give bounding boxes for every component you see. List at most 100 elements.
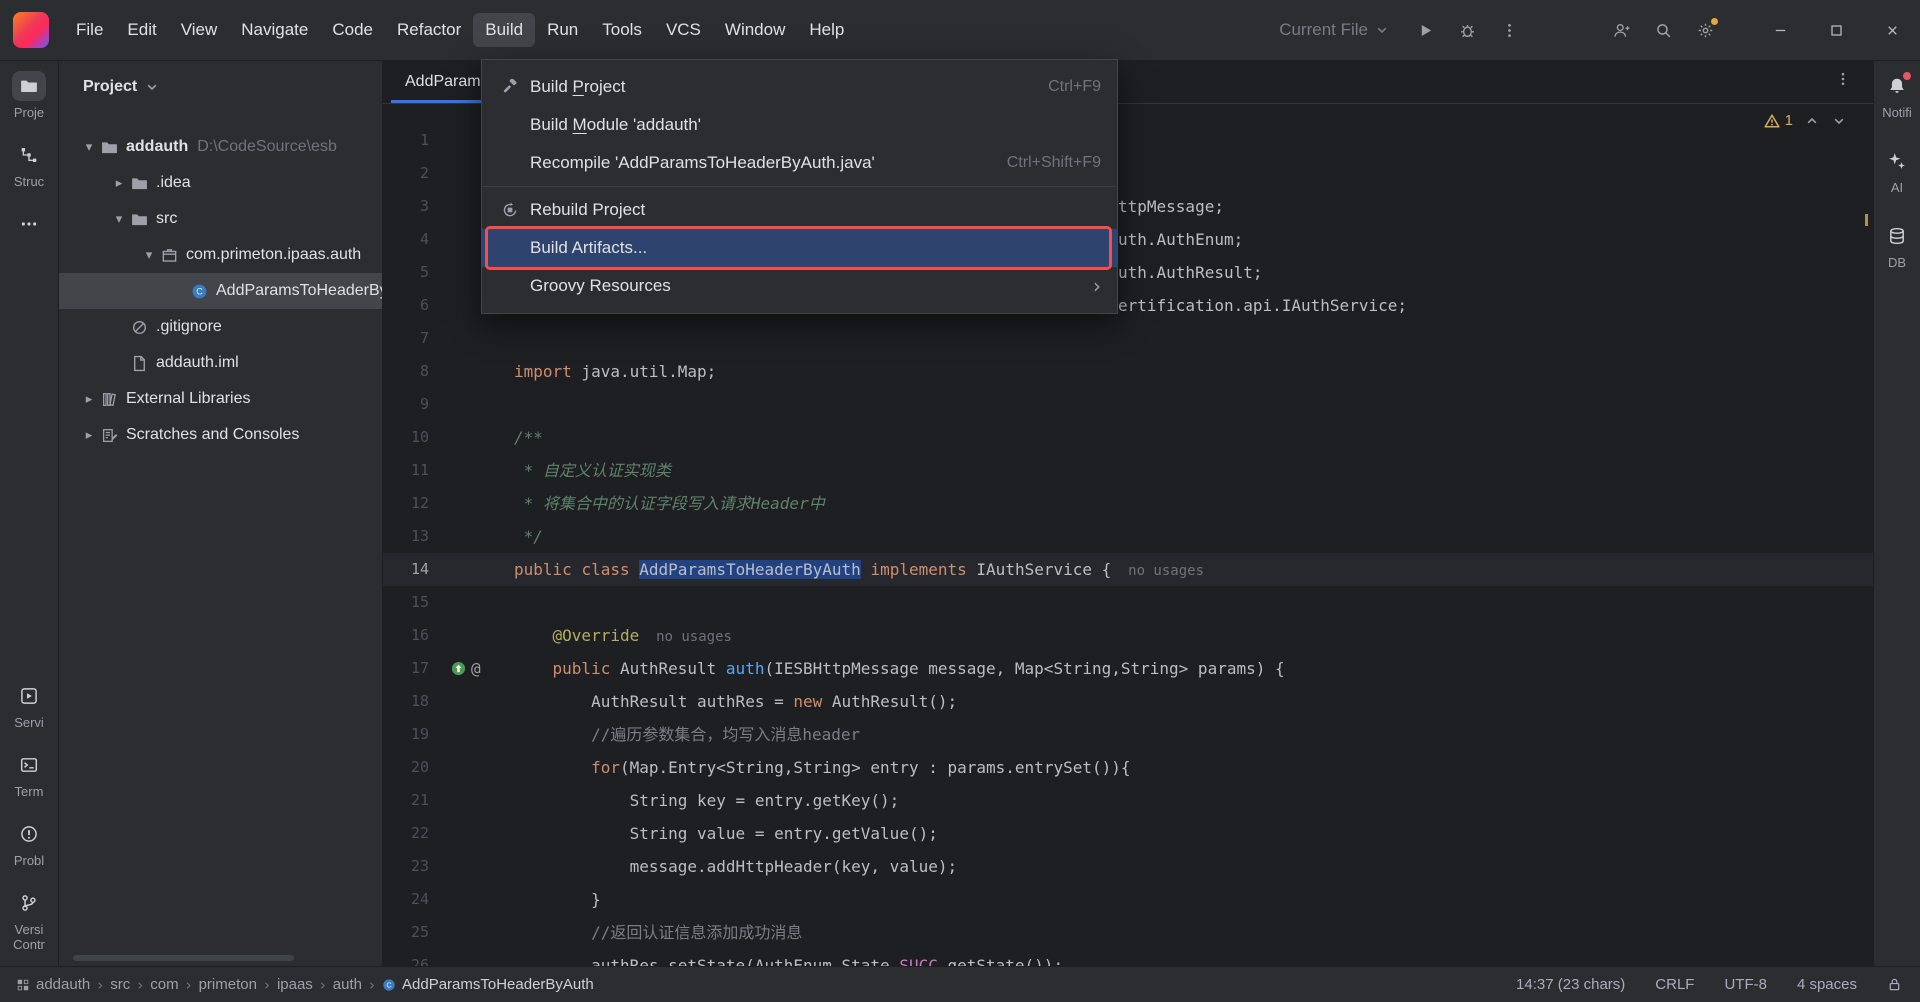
code-line-9[interactable]: 9 xyxy=(383,388,1873,421)
breadcrumb-src[interactable]: src xyxy=(110,976,130,993)
line-number[interactable]: 21 xyxy=(383,784,429,817)
editor-options-button[interactable] xyxy=(1835,71,1851,87)
code-line-25[interactable]: 25 //返回认证信息添加成功消息 xyxy=(383,916,1873,949)
status-indent[interactable]: 4 spaces xyxy=(1797,976,1857,993)
breadcrumb-addparamstoheaderbyauth[interactable]: CAddParamsToHeaderByAuth xyxy=(382,976,594,993)
line-number[interactable]: 7 xyxy=(383,322,429,355)
menu-item-build-project[interactable]: Build ProjectCtrl+F9 xyxy=(482,68,1117,106)
debug-button[interactable] xyxy=(1446,11,1488,49)
menu-window[interactable]: Window xyxy=(713,13,797,47)
tree-item-com-primeton-ipaas-auth[interactable]: ▾com.primeton.ipaas.auth xyxy=(59,237,382,273)
tree-item-external-libraries[interactable]: ▸External Libraries xyxy=(59,381,382,417)
status-caret-position[interactable]: 14:37 (23 chars) xyxy=(1516,976,1625,993)
code-line-12[interactable]: 12 * 将集合中的认证字段写入请求Header中 xyxy=(383,487,1873,520)
run-configuration-selector[interactable]: Current File xyxy=(1279,20,1390,40)
settings-button[interactable] xyxy=(1684,11,1726,49)
run-button[interactable] xyxy=(1404,11,1446,49)
close-button[interactable] xyxy=(1864,0,1920,60)
line-number[interactable]: 10 xyxy=(383,421,429,454)
code-with-me-button[interactable] xyxy=(1600,11,1642,49)
minimize-button[interactable] xyxy=(1752,0,1808,60)
code-line-16[interactable]: 16 @Override no usages xyxy=(383,619,1873,652)
code-line-7[interactable]: 7 xyxy=(383,322,1873,355)
project-panel-header[interactable]: Project xyxy=(59,61,382,107)
code-line-21[interactable]: 21 String key = entry.getKey(); xyxy=(383,784,1873,817)
line-number[interactable]: 20 xyxy=(383,751,429,784)
menu-tools[interactable]: Tools xyxy=(590,13,654,47)
tool-stripe-problems[interactable]: Probl xyxy=(0,819,58,868)
tool-stripe-structure[interactable]: Struc xyxy=(0,140,58,189)
search-everywhere-button[interactable] xyxy=(1642,11,1684,49)
menu-item-recompile-addparamstoheaderbyauth-java[interactable]: Recompile 'AddParamsToHeaderByAuth.java'… xyxy=(482,144,1117,182)
menu-code[interactable]: Code xyxy=(320,13,385,47)
line-number[interactable]: 17 xyxy=(383,652,429,685)
tree-item-gitignore[interactable]: .gitignore xyxy=(59,309,382,345)
line-number[interactable]: 15 xyxy=(383,586,429,619)
tool-stripe-project[interactable]: Proje xyxy=(0,71,58,120)
previous-problem-button[interactable] xyxy=(1804,113,1820,129)
status-encoding[interactable]: UTF-8 xyxy=(1724,976,1767,993)
line-number[interactable]: 2 xyxy=(383,157,429,190)
tree-chevron-expanded[interactable]: ▾ xyxy=(109,212,129,227)
code-line-17[interactable]: 17@ public AuthResult auth(IESBHttpMessa… xyxy=(383,652,1873,685)
tree-item-idea[interactable]: ▸.idea xyxy=(59,165,382,201)
line-number[interactable]: 8 xyxy=(383,355,429,388)
menu-item-groovy-resources[interactable]: Groovy Resources› xyxy=(482,267,1117,305)
overrides-marker-icon[interactable] xyxy=(451,661,466,676)
menu-navigate[interactable]: Navigate xyxy=(229,13,320,47)
tool-stripe-ai-assistant[interactable]: AI xyxy=(1874,146,1920,195)
project-horizontal-scrollbar[interactable] xyxy=(73,955,294,961)
menu-run[interactable]: Run xyxy=(535,13,590,47)
tree-item-addauth-iml[interactable]: addauth.iml xyxy=(59,345,382,381)
menu-item-rebuild-project[interactable]: Rebuild Project xyxy=(482,191,1117,229)
tool-stripe-more-tools[interactable] xyxy=(0,209,58,239)
line-number[interactable]: 22 xyxy=(383,817,429,850)
code-line-8[interactable]: 8import java.util.Map; xyxy=(383,355,1873,388)
tree-chevron-collapsed[interactable]: ▸ xyxy=(109,176,129,191)
status-line-separator[interactable]: CRLF xyxy=(1655,976,1694,993)
tree-chevron-collapsed[interactable]: ▸ xyxy=(79,428,99,443)
code-line-20[interactable]: 20 for(Map.Entry<String,String> entry : … xyxy=(383,751,1873,784)
line-number[interactable]: 11 xyxy=(383,454,429,487)
code-line-23[interactable]: 23 message.addHttpHeader(key, value); xyxy=(383,850,1873,883)
line-number[interactable]: 24 xyxy=(383,883,429,916)
next-problem-button[interactable] xyxy=(1831,113,1847,129)
breadcrumb-addauth[interactable]: addauth xyxy=(16,976,90,993)
line-number[interactable]: 14 xyxy=(383,553,429,586)
inspections-widget[interactable]: 1 xyxy=(1764,112,1847,129)
line-number[interactable]: 5 xyxy=(383,256,429,289)
code-line-22[interactable]: 22 String value = entry.getValue(); xyxy=(383,817,1873,850)
line-number[interactable]: 23 xyxy=(383,850,429,883)
line-number[interactable]: 12 xyxy=(383,487,429,520)
tool-stripe-terminal[interactable]: Term xyxy=(0,750,58,799)
tool-stripe-version-control[interactable]: VersiContr xyxy=(0,888,58,952)
line-number[interactable]: 1 xyxy=(383,124,429,157)
more-actions-button[interactable] xyxy=(1488,11,1530,49)
line-number[interactable]: 4 xyxy=(383,223,429,256)
code-line-19[interactable]: 19 //遍历参数集合，均写入消息header xyxy=(383,718,1873,751)
menu-refactor[interactable]: Refactor xyxy=(385,13,473,47)
menu-item-build-artifacts[interactable]: Build Artifacts... xyxy=(482,229,1117,267)
menu-item-build-module-addauth[interactable]: Build Module 'addauth' xyxy=(482,106,1117,144)
line-number[interactable]: 9 xyxy=(383,388,429,421)
maximize-button[interactable] xyxy=(1808,0,1864,60)
line-number[interactable]: 18 xyxy=(383,685,429,718)
menu-help[interactable]: Help xyxy=(797,13,856,47)
status-write-access[interactable] xyxy=(1887,977,1902,992)
annotation-gutter-icon[interactable]: @ xyxy=(471,652,481,685)
line-number[interactable]: 16 xyxy=(383,619,429,652)
breadcrumb-primeton[interactable]: primeton xyxy=(199,976,257,993)
breadcrumb-auth[interactable]: auth xyxy=(333,976,362,993)
tree-item-src[interactable]: ▾src xyxy=(59,201,382,237)
line-number[interactable]: 6 xyxy=(383,289,429,322)
code-line-11[interactable]: 11 * 自定义认证实现类 xyxy=(383,454,1873,487)
breadcrumb-com[interactable]: com xyxy=(150,976,178,993)
code-line-26[interactable]: 26 authRes.setState(AuthEnum.State.SUCC.… xyxy=(383,949,1873,966)
menu-build[interactable]: Build xyxy=(473,13,535,47)
tree-chevron-expanded[interactable]: ▾ xyxy=(139,248,159,263)
menu-vcs[interactable]: VCS xyxy=(654,13,713,47)
tree-chevron-expanded[interactable]: ▾ xyxy=(79,140,99,155)
tree-item-addparamstoheaderbyauth[interactable]: CAddParamsToHeaderByAuth xyxy=(59,273,382,309)
line-number[interactable]: 26 xyxy=(383,949,429,966)
menu-file[interactable]: File xyxy=(64,13,115,47)
